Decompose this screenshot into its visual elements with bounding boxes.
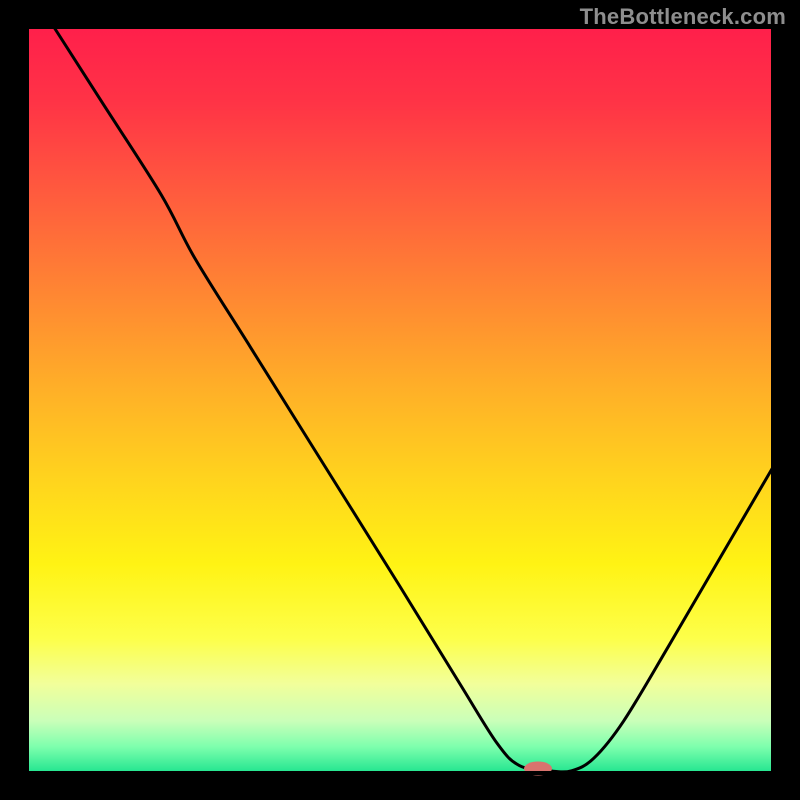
watermark-text: TheBottleneck.com [580, 4, 786, 30]
chart-frame: { "watermark": "TheBottleneck.com", "cha… [0, 0, 800, 800]
bottleneck-chart [0, 0, 800, 800]
